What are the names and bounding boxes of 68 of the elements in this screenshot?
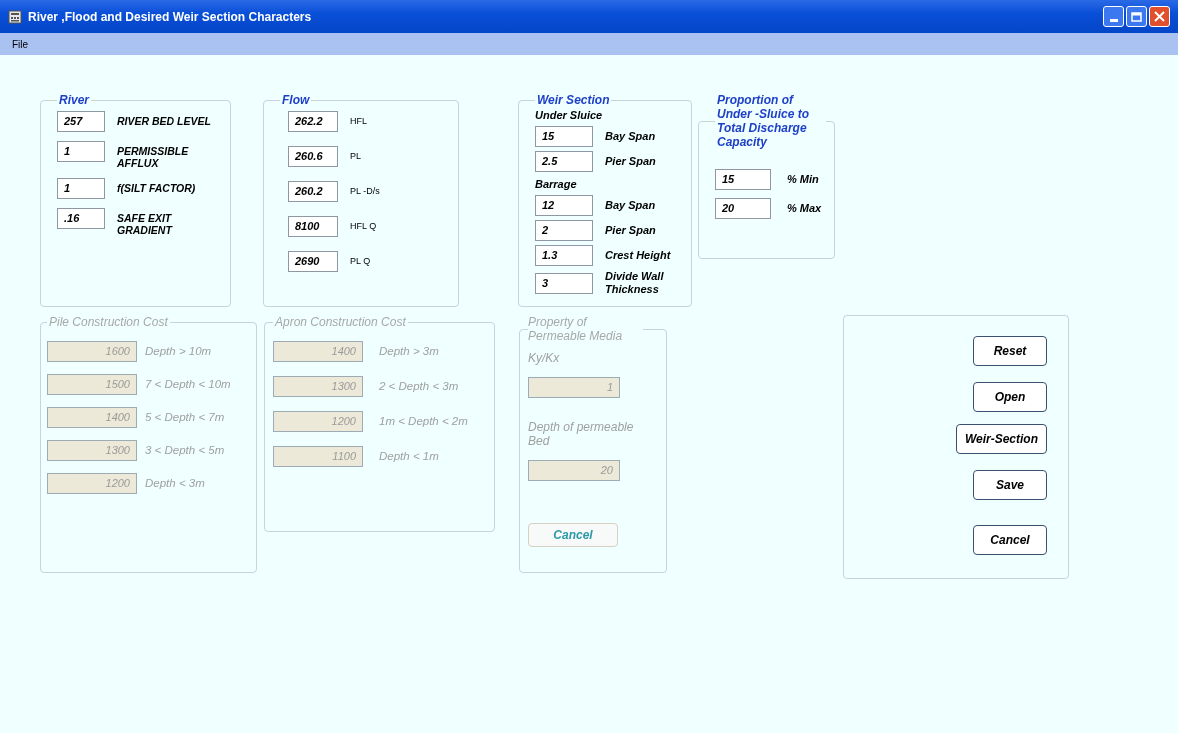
input-field[interactable]: 260.6: [288, 146, 338, 167]
field-label: PL: [350, 149, 361, 163]
field-label: f(SILT FACTOR): [117, 182, 197, 194]
field-label: Bay Span: [605, 130, 657, 143]
field-label: PERMISSIBLE AFFLUX: [117, 145, 190, 169]
input-field[interactable]: 20: [715, 198, 771, 219]
field-label: Depth < 3m: [145, 475, 205, 491]
window-title: River ,Flood and Desired Weir Section Characters: [28, 8, 312, 26]
section-heading: Barrage: [535, 178, 578, 191]
group-title: Apron Construction Cost: [273, 315, 407, 329]
field-label: RIVER BED LEVEL: [117, 115, 212, 127]
group-title: Proportion of Under -Sluice to Total Discharge Capacity: [716, 93, 810, 149]
field-label: Depth < 1m: [379, 448, 439, 464]
field-label: Pier Span: [605, 155, 657, 168]
field-label: 7 < Depth < 10m: [145, 376, 231, 392]
minimize-button[interactable]: [1103, 6, 1124, 27]
input-field[interactable]: 1: [57, 141, 105, 162]
minimize-icon: [1109, 19, 1118, 22]
field-label: Depth > 10m: [145, 343, 212, 359]
input-field[interactable]: 257: [57, 111, 105, 132]
close-button[interactable]: [1149, 6, 1170, 27]
input-field[interactable]: 8100: [288, 216, 338, 237]
field-label: HFL Q: [350, 219, 377, 233]
field-label: SAFE EXIT GRADIENT: [117, 212, 174, 236]
input-field[interactable]: 262.2: [288, 111, 338, 132]
calculator-icon: [8, 9, 22, 24]
field-label: Pier Span: [605, 224, 657, 237]
field-label: PL Q: [350, 254, 371, 268]
field-label: HFL: [350, 114, 367, 128]
field-label: % Min: [787, 172, 819, 188]
input-field[interactable]: 3: [535, 272, 593, 294]
group-title: River: [58, 93, 91, 107]
field-label: % Max: [787, 201, 822, 217]
section-heading: Under Sluice: [535, 109, 604, 122]
field-label: Ky/Kx: [528, 351, 561, 365]
group-title: Pile Construction Cost: [48, 315, 169, 329]
field-label: 2 < Depth < 3m: [379, 378, 459, 394]
input-field[interactable]: 1.3: [535, 245, 593, 266]
action-button[interactable]: Weir-Section: [955, 424, 1047, 454]
input-field[interactable]: 260.2: [288, 181, 338, 202]
field-label: Depth > 3m: [379, 343, 439, 359]
input-field[interactable]: 2.5: [535, 151, 593, 172]
field-label: 1m < Depth < 2m: [379, 413, 468, 429]
input-field[interactable]: 12: [535, 195, 593, 216]
input-field[interactable]: .16: [57, 208, 105, 229]
menu-item[interactable]: File: [12, 36, 29, 52]
field-label: Crest Height: [605, 249, 672, 262]
maximize-button[interactable]: [1126, 6, 1147, 27]
action-button[interactable]: Save: [973, 470, 1047, 500]
input-field[interactable]: 15: [535, 126, 593, 147]
field-label: Depth of permeable Bed: [528, 420, 635, 448]
action-button[interactable]: Open: [973, 382, 1047, 412]
input-field[interactable]: 2: [535, 220, 593, 241]
input-field[interactable]: 1: [57, 178, 105, 199]
input-field[interactable]: 2690: [288, 251, 338, 272]
group-title: Property of Permeable Media: [528, 315, 624, 343]
close-icon: [1154, 11, 1165, 22]
maximize-icon: [1131, 11, 1142, 22]
group-title: Flow: [281, 93, 311, 107]
action-button[interactable]: Cancel: [973, 525, 1047, 555]
field-label: PL -D/s: [350, 184, 380, 198]
field-label: 3 < Depth < 5m: [145, 442, 225, 458]
action-button[interactable]: Reset: [973, 336, 1047, 366]
input-field[interactable]: 15: [715, 169, 771, 190]
group-title: Weir Section: [536, 93, 611, 107]
field-label: Divide Wall Thickness: [605, 270, 665, 296]
field-label: Bay Span: [605, 199, 657, 212]
field-label: 5 < Depth < 7m: [145, 409, 225, 425]
